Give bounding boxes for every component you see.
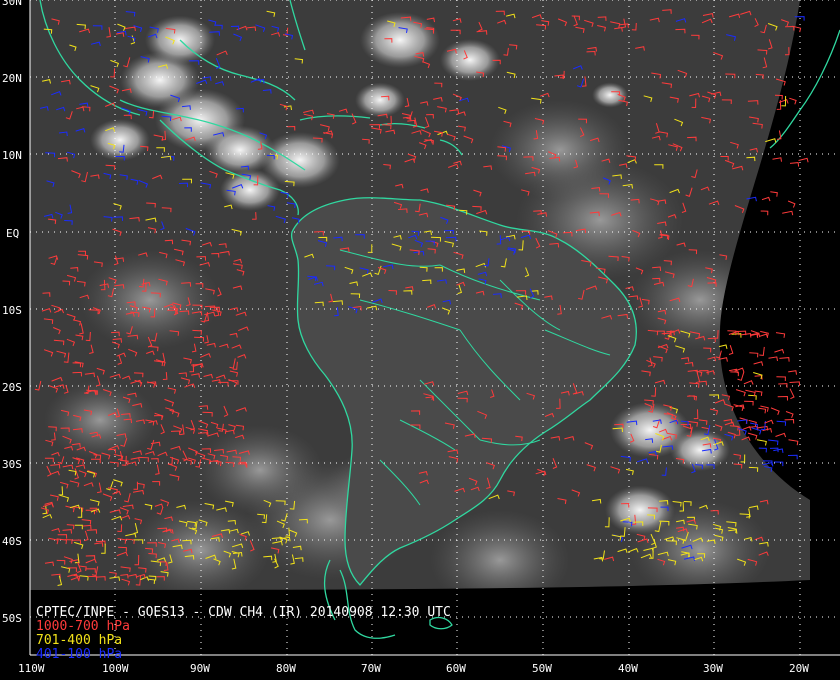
wind-barb (788, 370, 797, 375)
wind-barb (760, 210, 769, 216)
lon-label: 40W (618, 662, 638, 675)
cloud-patch (44, 380, 156, 460)
wind-barb (777, 395, 788, 401)
wind-barb (754, 390, 763, 396)
lon-label: 80W (276, 662, 296, 675)
satellite-map: 30N 20N 10N EQ 10S 20S 30S 40S 50S 110W … (2, 0, 840, 675)
wind-barb (743, 380, 754, 385)
wind-barb (751, 427, 762, 435)
wind-barb (768, 356, 778, 361)
wind-barb (749, 352, 759, 358)
cloud-patch (630, 250, 770, 350)
wind-barb (761, 196, 771, 202)
wind-barb (789, 97, 797, 105)
wind-barb (770, 407, 780, 415)
wind-barb (756, 439, 767, 446)
wind-barb (775, 432, 787, 438)
satellite-map-frame: 30N 20N 10N EQ 10S 20S 30S 40S 50S 110W … (0, 0, 840, 680)
legend: CPTEC/INPE - GOES13 - CDW CH4 (IR) 20140… (36, 605, 451, 662)
cloud-patch (430, 510, 570, 590)
lon-label: 90W (190, 662, 210, 675)
cloud-patch (90, 119, 150, 161)
wind-barb (774, 348, 785, 354)
wind-barb (787, 200, 796, 208)
wind-barb (776, 376, 786, 382)
wind-barb (759, 333, 769, 339)
wind-barb (759, 346, 765, 356)
longitude-labels: 110W 100W 90W 80W 70W 60W 50W 40W 30W 20… (18, 662, 809, 675)
wind-barb (788, 439, 799, 446)
lon-label: 110W (18, 662, 45, 675)
wind-barb (758, 407, 767, 414)
wind-barb (735, 389, 746, 397)
lon-label: 70W (361, 662, 381, 675)
wind-barb (789, 381, 801, 386)
cloud-patch (592, 82, 628, 108)
wind-barb (785, 411, 794, 418)
lon-label: 100W (102, 662, 129, 675)
lat-label: 20N (2, 72, 22, 85)
wind-barb (718, 344, 728, 350)
wind-barb (776, 420, 787, 426)
wind-barb (753, 361, 764, 366)
cloud-patch (360, 12, 440, 68)
lon-label: 60W (446, 662, 466, 675)
cloud-patch (80, 250, 220, 350)
wind-barb (728, 345, 734, 355)
wind-barb (768, 439, 779, 446)
wind-barb (758, 447, 767, 453)
lat-label: 30N (2, 0, 22, 8)
wind-barb (778, 383, 788, 388)
wind-barb (789, 388, 795, 400)
legend-mid-level: 701-400 hPa (36, 633, 122, 648)
wind-barb (728, 330, 740, 336)
wind-barb (798, 157, 809, 163)
wind-barb (789, 162, 800, 167)
wind-barb (764, 419, 774, 425)
lat-label: 20S (2, 381, 22, 394)
cloud-patch (355, 82, 405, 118)
wind-barb (779, 357, 790, 362)
lon-label: 30W (703, 662, 723, 675)
lon-label: 50W (532, 662, 552, 675)
wind-barb (770, 191, 778, 197)
wind-barb (748, 394, 757, 400)
lat-label: 10S (2, 304, 22, 317)
wind-barb (772, 157, 782, 162)
cloud-patch (605, 485, 675, 535)
legend-low-level: 1000-700 hPa (36, 619, 130, 634)
lon-label: 20W (789, 662, 809, 675)
latitude-labels: 30N 20N 10N EQ 10S 20S 30S 40S 50S (2, 0, 22, 625)
lat-label: 10N (2, 149, 22, 162)
lat-label: 30S (2, 458, 22, 471)
lat-label: 40S (2, 535, 22, 548)
wind-barb (773, 461, 784, 467)
wind-barb (787, 454, 798, 460)
cloud-patch (130, 500, 270, 590)
wind-barb (734, 367, 745, 373)
wind-barb (744, 400, 754, 406)
wind-barb (782, 210, 794, 216)
cloud-patch (440, 39, 500, 81)
lat-label: EQ (6, 227, 19, 240)
map-title: CPTEC/INPE - GOES13 - CDW CH4 (IR) 20140… (36, 605, 451, 620)
wind-barb (760, 420, 766, 431)
lat-label: 50S (2, 612, 22, 625)
legend-high-level: 401-100 hPa (36, 647, 122, 662)
wind-barb (775, 332, 786, 338)
